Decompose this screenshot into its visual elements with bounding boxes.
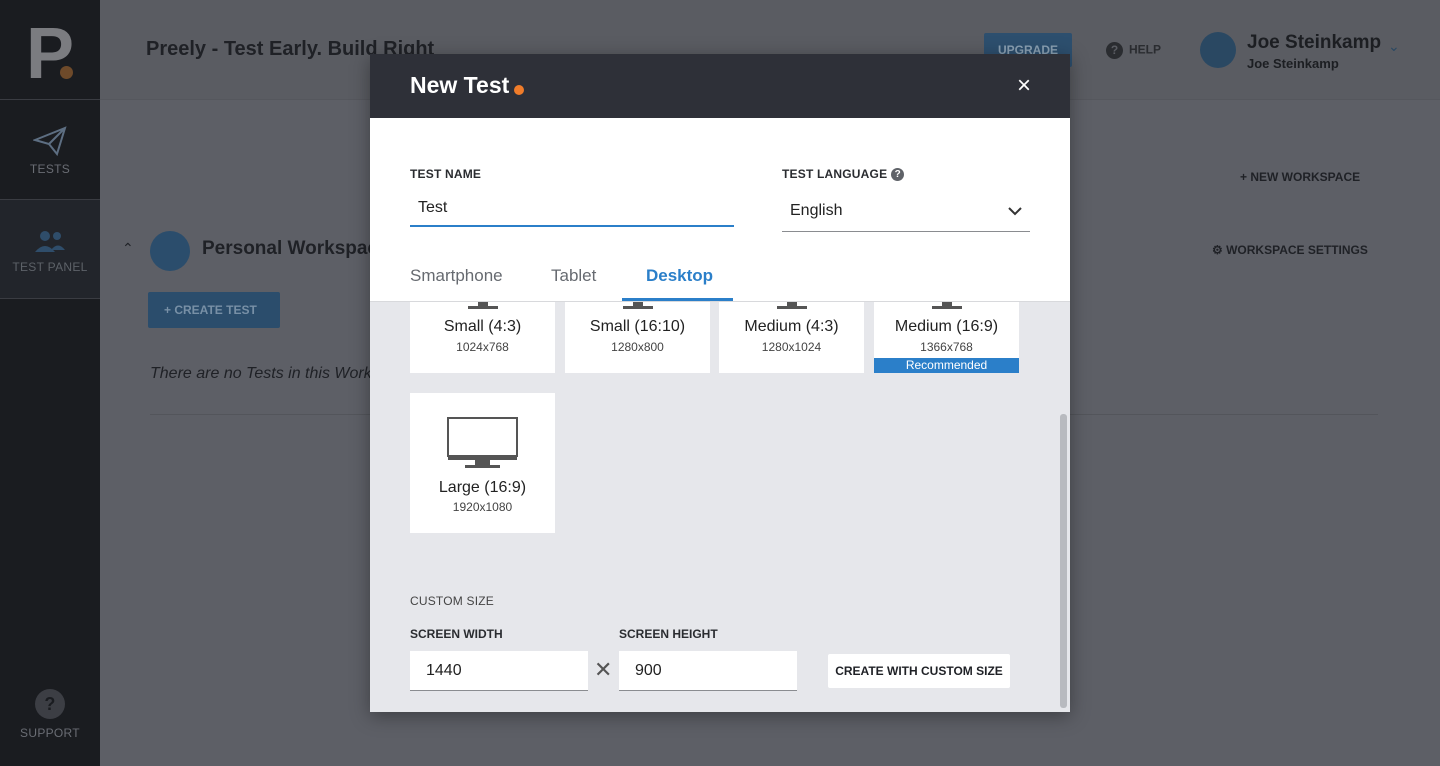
sidebar-item-test-panel[interactable]: TEST PANEL	[0, 199, 100, 299]
device-card-medium-4-3[interactable]: Medium (4:3) 1280x1024	[719, 302, 864, 373]
workspace-settings-button[interactable]: ⚙ WORKSPACE SETTINGS	[1212, 243, 1368, 257]
create-test-button[interactable]: + CREATE TEST	[148, 292, 280, 328]
sidebar-item-label: TESTS	[29, 162, 71, 176]
empty-message: There are no Tests in this Works	[150, 365, 380, 382]
device-resolution: 1280x800	[611, 340, 664, 354]
plus-icon: +	[1240, 170, 1251, 184]
device-resolution: 1280x1024	[761, 340, 822, 354]
test-language-label: TEST LANGUAGE?	[782, 167, 905, 181]
device-name: Medium (4:3)	[744, 318, 839, 335]
modal-header: New Test ×	[370, 54, 1070, 118]
workspace-icon	[150, 231, 190, 271]
help-link[interactable]: ? HELP	[1106, 42, 1161, 59]
sidebar-item-label: SUPPORT	[20, 726, 80, 740]
tab-smartphone[interactable]: Smartphone	[410, 266, 503, 286]
user-name[interactable]: Joe Steinkamp	[1247, 32, 1381, 54]
tab-tablet[interactable]: Tablet	[551, 266, 596, 286]
workspace-name: Personal Workspac	[202, 238, 379, 259]
device-resolution: 1366x768	[920, 340, 973, 354]
sidebar-item-label: TEST PANEL	[12, 260, 88, 274]
chevron-down-icon[interactable]: ⌄	[1388, 38, 1400, 55]
device-card-large-16-9[interactable]: Large (16:9) 1920x1080	[410, 393, 555, 533]
screen-height-input[interactable]	[619, 651, 797, 691]
test-name-label: TEST NAME	[410, 167, 482, 181]
times-icon: ✕	[594, 657, 613, 682]
create-custom-size-button[interactable]: CREATE WITH CUSTOM SIZE	[828, 654, 1010, 688]
brand-dot	[514, 85, 524, 95]
close-button[interactable]: ×	[1010, 72, 1038, 100]
test-language-value: English	[790, 202, 843, 219]
svg-text:?: ?	[44, 694, 55, 714]
sidebar-item-tests[interactable]: TESTS	[0, 100, 100, 198]
custom-size-label: CUSTOM SIZE	[410, 594, 494, 608]
app-logo[interactable]: P	[0, 0, 100, 100]
chevron-up-icon[interactable]: ⌃	[122, 240, 134, 257]
device-list: Small (4:3) 1024x768 Small (16:10) 1280x…	[370, 302, 1070, 712]
new-workspace-label: NEW WORKSPACE	[1250, 170, 1361, 184]
help-icon[interactable]: ?	[891, 168, 905, 181]
test-language-select[interactable]: English	[782, 194, 1030, 232]
device-resolution: 1024x768	[456, 340, 509, 354]
help-icon: ?	[1106, 42, 1123, 59]
new-test-modal: New Test × TEST NAME TEST LANGUAGE? Engl…	[370, 54, 1070, 712]
help-label: HELP	[1129, 42, 1162, 57]
avatar[interactable]	[1200, 32, 1236, 68]
screen-height-label: SCREEN HEIGHT	[619, 627, 718, 641]
device-name: Small (4:3)	[443, 318, 522, 335]
device-name: Small (16:10)	[589, 318, 686, 335]
sidebar: P TESTS TEST PANEL ? SUPPORT	[0, 0, 100, 766]
logo-dot	[60, 66, 73, 79]
sidebar-item-support[interactable]: ? SUPPORT	[0, 688, 100, 748]
recommended-badge: Recommended	[874, 358, 1019, 373]
test-language-label-text: TEST LANGUAGE	[782, 167, 888, 181]
monitor-icon	[776, 302, 807, 309]
device-card-small-4-3[interactable]: Small (4:3) 1024x768	[410, 302, 555, 373]
logo-letter: P	[26, 14, 75, 94]
monitor-icon	[467, 302, 498, 309]
monitor-icon	[622, 302, 653, 309]
chevron-down-icon	[1008, 194, 1022, 228]
screen-width-input[interactable]	[410, 651, 588, 691]
create-test-label: CREATE TEST	[174, 303, 257, 317]
device-name: Large (16:9)	[438, 479, 527, 496]
paper-plane-icon	[33, 126, 67, 156]
gear-icon: ⚙	[1212, 243, 1227, 257]
active-tab-indicator	[622, 298, 733, 301]
plus-icon: +	[164, 303, 175, 317]
test-name-input[interactable]	[410, 191, 734, 227]
device-tabs: Smartphone Tablet Desktop	[370, 250, 1070, 302]
modal-title: New Test	[410, 72, 510, 98]
device-resolution: 1920x1080	[452, 500, 513, 514]
screen-width-label: SCREEN WIDTH	[410, 627, 503, 641]
device-card-medium-16-9[interactable]: Medium (16:9) 1366x768 Recommended	[874, 302, 1019, 373]
device-card-small-16-10[interactable]: Small (16:10) 1280x800	[565, 302, 710, 373]
scrollbar-thumb[interactable]	[1060, 414, 1067, 708]
tab-desktop[interactable]: Desktop	[646, 266, 713, 286]
workspace-settings-label: WORKSPACE SETTINGS	[1226, 243, 1368, 257]
new-workspace-button[interactable]: + NEW WORKSPACE	[1240, 170, 1360, 184]
user-subtitle: Joe Steinkamp	[1247, 56, 1339, 71]
monitor-icon	[931, 302, 962, 309]
monitor-icon	[447, 417, 518, 468]
help-circle-icon: ?	[35, 689, 65, 719]
device-name: Medium (16:9)	[894, 318, 999, 335]
users-icon	[35, 231, 65, 252]
